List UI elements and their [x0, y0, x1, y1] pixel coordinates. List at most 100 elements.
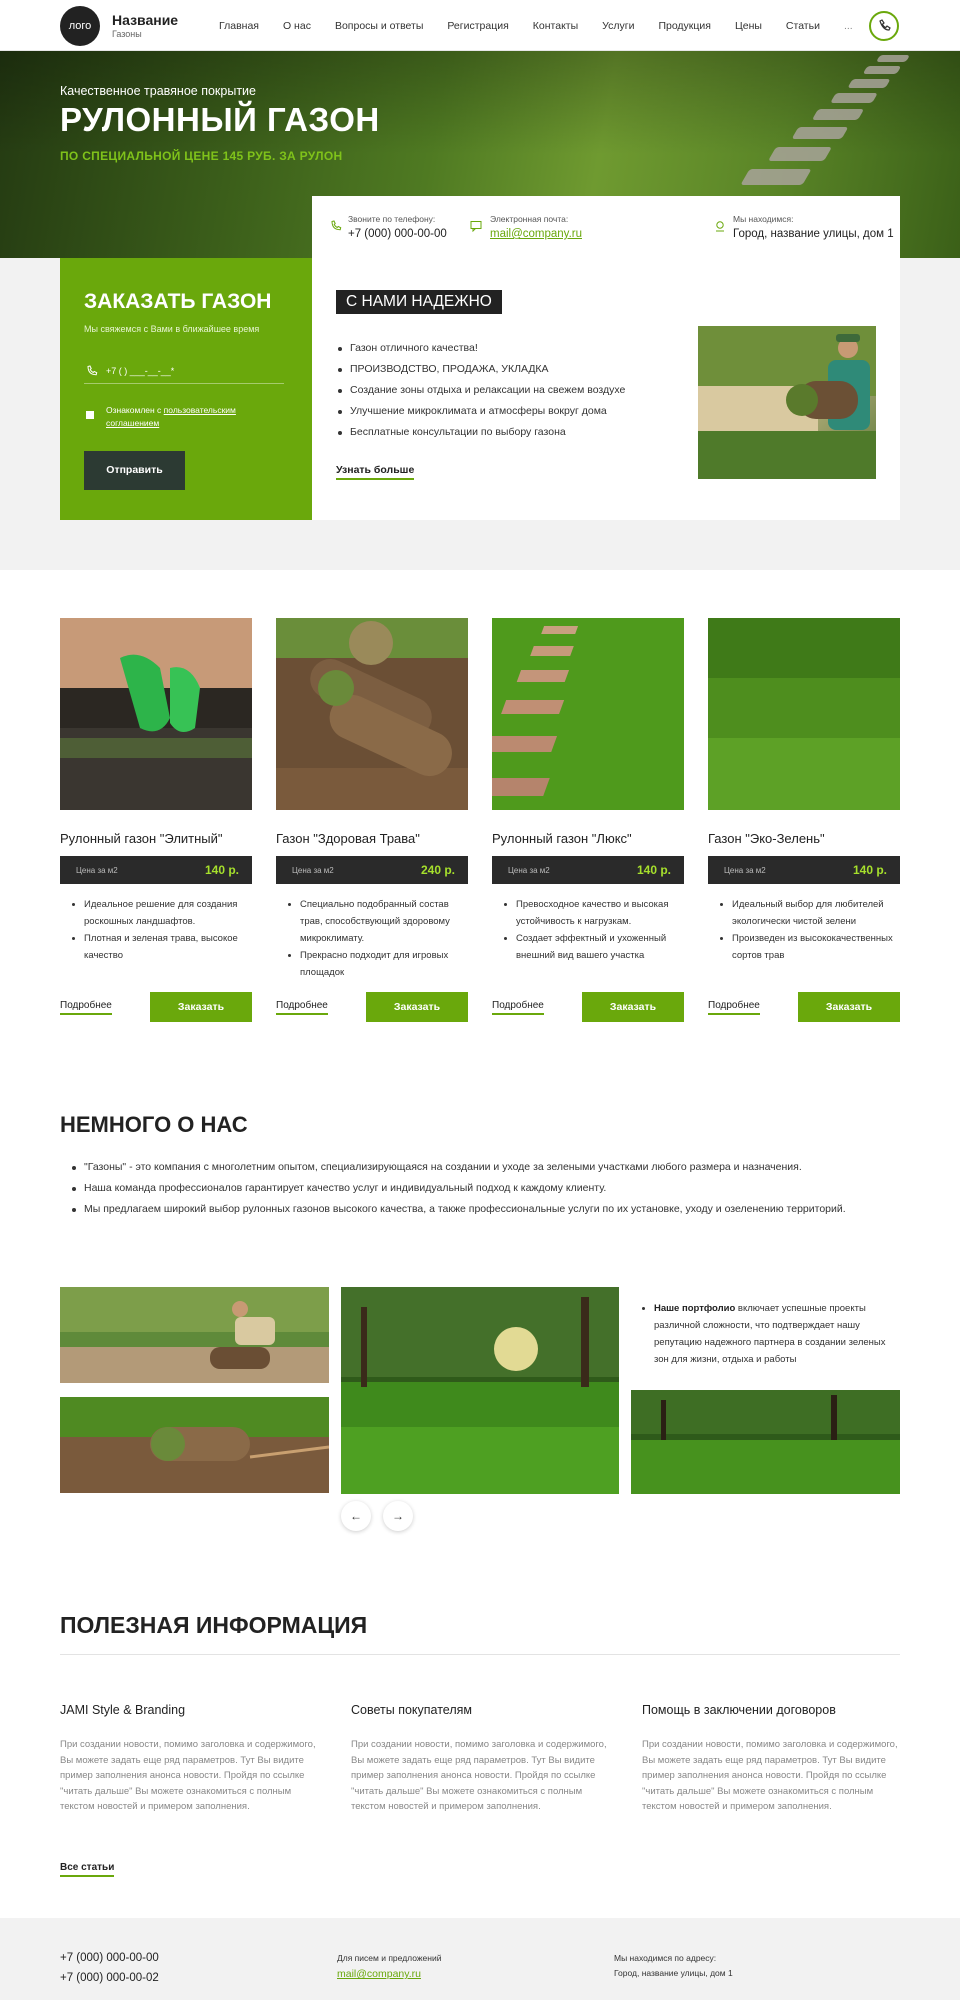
path-stone — [830, 93, 878, 103]
path-stone — [791, 127, 849, 139]
order-button[interactable]: Заказать — [366, 992, 468, 1022]
product-features: Специально подобранный состав трав, спос… — [276, 896, 468, 990]
hero-price-line: ПО СПЕЦИАЛЬНОЙ ЦЕНЕ 145 РУБ. ЗА РУЛОН — [60, 149, 343, 163]
nav-faq[interactable]: Вопросы и ответы — [335, 20, 423, 32]
agreement-prefix: Ознакомлен с — [106, 405, 164, 415]
email-label: Электронная почта: — [490, 214, 569, 224]
nav-home[interactable]: Главная — [219, 20, 259, 32]
price-label: Цена за м2 — [292, 866, 334, 875]
brand-subtitle: Газоны — [112, 29, 142, 39]
price-value: 140 р. — [204, 863, 239, 877]
gallery-prev-button[interactable]: ← — [341, 1501, 371, 1531]
details-link[interactable]: Подробнее — [60, 1000, 112, 1015]
gallery-image-worker[interactable] — [60, 1287, 329, 1383]
list-item: "Газоны" - это компания с многолетним оп… — [64, 1157, 854, 1178]
details-link[interactable]: Подробнее — [492, 1000, 544, 1015]
product-title[interactable]: Газон "Эко-Зелень" — [708, 831, 900, 846]
phone-input-placeholder: +7 ( ) ___-__-__* — [106, 366, 175, 376]
footer-phone-2[interactable]: +7 (000) 000-00-02 — [60, 1972, 159, 1984]
list-item: Специально подобранный состав трав, спос… — [276, 896, 468, 947]
nav-contacts[interactable]: Контакты — [533, 20, 578, 32]
submit-button[interactable]: Отправить — [84, 451, 185, 490]
product-price: Цена за м2 140 р. — [60, 856, 252, 884]
footer-mail-link[interactable]: mail@company.ru — [337, 1968, 421, 1980]
agreement-text: Ознакомлен с пользовательским соглашение… — [106, 404, 266, 430]
site-header: лого Название Газоны Главная О нас Вопро… — [0, 0, 960, 51]
path-stone — [811, 109, 865, 120]
nav-products[interactable]: Продукция — [658, 20, 711, 32]
product-features: Идеальное решение для создания роскошных… — [60, 896, 252, 990]
product-card: Рулонный газон "Элитный" Цена за м2 140 … — [60, 618, 252, 1022]
article-text: При создании новости, помимо заголовка и… — [351, 1739, 607, 1812]
phone-input[interactable]: +7 ( ) ___-__-__* — [84, 362, 284, 384]
product-image — [60, 618, 252, 810]
product-image — [276, 618, 468, 810]
path-stone — [767, 147, 833, 161]
callback-button[interactable] — [869, 11, 899, 41]
nav-services[interactable]: Услуги — [602, 20, 634, 32]
location-pin-icon — [716, 221, 724, 232]
article-text: При создании новости, помимо заголовка и… — [60, 1739, 316, 1812]
nav-registration[interactable]: Регистрация — [447, 20, 508, 32]
reliable-list: Газон отличного качества! ПРОИЗВОДСТВО, … — [338, 338, 625, 443]
phone-icon — [331, 220, 342, 231]
path-stone — [862, 66, 902, 74]
logo[interactable]: лого — [60, 6, 100, 46]
order-button[interactable]: Заказать — [798, 992, 900, 1022]
contact-phone: Звоните по телефону: +7 (000) 000-00-00 — [330, 214, 447, 240]
product-title[interactable]: Рулонный газон "Люкс" — [492, 831, 684, 846]
order-button[interactable]: Заказать — [582, 992, 684, 1022]
learn-more-link[interactable]: Узнать больше — [336, 464, 415, 480]
all-articles-link[interactable]: Все статьи — [60, 1862, 115, 1877]
details-link[interactable]: Подробнее — [708, 1000, 760, 1015]
article-title[interactable]: JAMI Style & Branding — [60, 1703, 320, 1717]
details-link[interactable]: Подробнее — [276, 1000, 328, 1015]
phone-label: Звоните по телефону: — [348, 214, 436, 224]
product-price: Цена за м2 240 р. — [276, 856, 468, 884]
address-label: Мы находимся: — [733, 214, 794, 224]
site-footer: +7 (000) 000-00-00 +7 (000) 000-00-02 Дл… — [0, 1918, 960, 2000]
footer-address-label: Мы находимся по адресу: — [614, 1953, 717, 1963]
list-item: Создает эффектный и ухоженный внешний ви… — [492, 930, 684, 964]
about-title: НЕМНОГО О НАС — [60, 1112, 248, 1137]
portfolio-bold: Наше портфолио — [654, 1303, 736, 1314]
nav-about[interactable]: О нас — [283, 20, 311, 32]
list-item: Улучшение микроклимата и атмосферы вокру… — [338, 401, 625, 422]
gallery-image-park[interactable] — [341, 1287, 619, 1494]
price-value: 140 р. — [636, 863, 671, 877]
main-nav: Главная О нас Вопросы и ответы Регистрац… — [219, 20, 877, 32]
phone-value[interactable]: +7 (000) 000-00-00 — [348, 228, 447, 240]
price-value: 140 р. — [852, 863, 887, 877]
brand[interactable]: Название Газоны — [112, 12, 178, 39]
product-title[interactable]: Рулонный газон "Элитный" — [60, 831, 252, 846]
article-card: Советы покупателям При создании новости,… — [351, 1703, 611, 1815]
nav-articles[interactable]: Статьи — [786, 20, 820, 32]
list-item: Создание зоны отдыха и релаксации на све… — [338, 380, 625, 401]
article-title[interactable]: Помощь в заключении договоров — [642, 1703, 902, 1717]
nav-prices[interactable]: Цены — [735, 20, 762, 32]
portfolio-text: Наше портфолио включает успешные проекты… — [640, 1300, 898, 1368]
nav-more[interactable]: ... — [844, 20, 853, 32]
list-item: Наша команда профессионалов гарантирует … — [64, 1178, 854, 1199]
list-item: ПРОИЗВОДСТВО, ПРОДАЖА, УКЛАДКА — [338, 359, 625, 380]
agreement-checkbox[interactable] — [86, 411, 94, 419]
contact-email: Электронная почта: mail@company.ru — [470, 214, 582, 240]
gallery-image-lawn[interactable] — [631, 1390, 900, 1494]
price-value: 240 р. — [420, 863, 455, 877]
price-label: Цена за м2 — [724, 866, 766, 875]
list-item: Идеальное решение для создания роскошных… — [60, 896, 252, 930]
article-card: JAMI Style & Branding При создании новос… — [60, 1703, 320, 1815]
brand-name: Название — [112, 12, 179, 28]
product-title[interactable]: Газон "Здоровая Трава" — [276, 831, 468, 846]
contact-address: Мы находимся: Город, название улицы, дом… — [714, 214, 894, 240]
email-link[interactable]: mail@company.ru — [490, 228, 582, 240]
product-card: Рулонный газон "Люкс" Цена за м2 140 р. … — [463, 618, 684, 1022]
hero-title: РУЛОННЫЙ ГАЗОН — [60, 101, 380, 138]
footer-phone-1[interactable]: +7 (000) 000-00-00 — [60, 1952, 159, 1964]
gallery-image-roll[interactable] — [60, 1397, 329, 1493]
gallery-next-button[interactable]: → — [383, 1501, 413, 1531]
order-button[interactable]: Заказать — [150, 992, 252, 1022]
order-subtitle: Мы свяжемся с Вами в ближайшее время — [84, 324, 260, 334]
list-item: Плотная и зеленая трава, высокое качеств… — [60, 930, 252, 964]
article-title[interactable]: Советы покупателям — [351, 1703, 611, 1717]
